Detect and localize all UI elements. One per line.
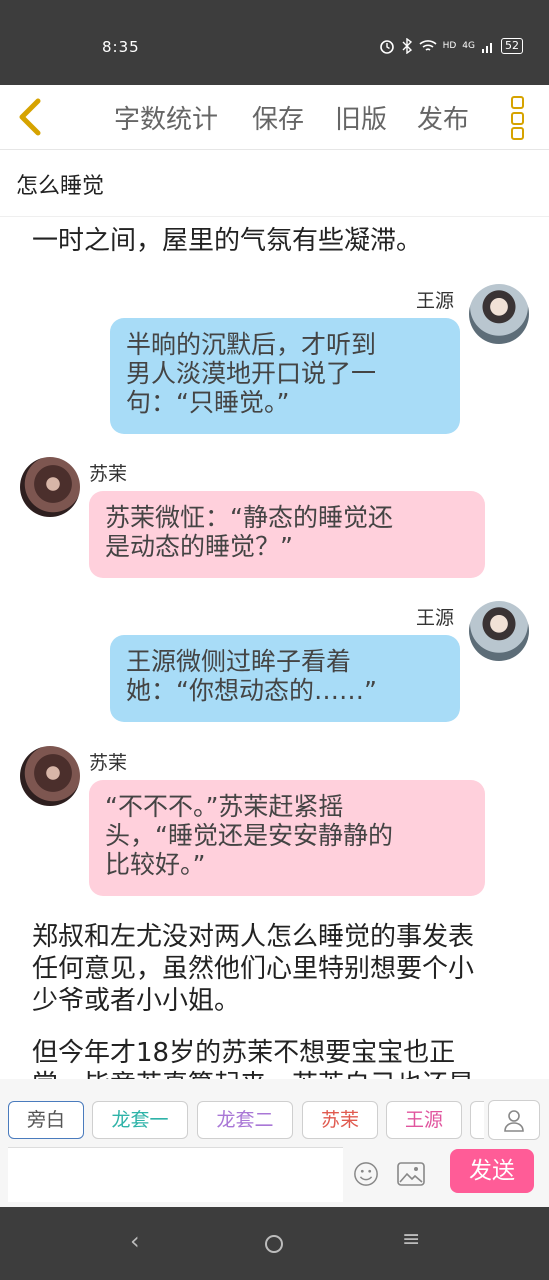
message-line: 王源微侧过眸子看着 — [126, 647, 352, 676]
role-chip-narrator[interactable]: 旁白 — [8, 1101, 84, 1139]
message-bubble[interactable]: “不不不。”苏茉赶紧摇 头，“睡觉还是安安静静的 比较好。” — [89, 780, 485, 896]
message-bubble[interactable]: 半晌的沉默后，才听到 男人淡漠地开口说了一 句：“只睡觉。” — [110, 318, 460, 434]
title-bar: 怎么睡觉 — [0, 150, 549, 217]
message-line: 比较好。” — [105, 850, 206, 879]
role-chip-partial[interactable] — [470, 1101, 484, 1139]
user-icon — [504, 1110, 524, 1132]
narration-line: 但今年才18岁的苏茉不想要宝宝也正 — [32, 1038, 456, 1068]
message-line: “不不不。”苏茉赶紧摇 — [105, 792, 344, 821]
avatar[interactable] — [469, 284, 529, 344]
user-button[interactable] — [488, 1100, 540, 1140]
battery-icon: 52 — [501, 38, 523, 54]
narration-line: 常，毕竟若真算起来，苏茉自己也还是 — [32, 1069, 522, 1079]
more-menu-icon[interactable] — [511, 96, 527, 140]
role-chip-extra2[interactable]: 龙套二 — [197, 1101, 293, 1139]
speaker-name: 苏茉 — [89, 463, 128, 485]
image-icon[interactable] — [397, 1161, 425, 1187]
role-chip-role-b[interactable]: 王源 — [386, 1101, 462, 1139]
alarm-icon — [379, 40, 394, 54]
status-time: 8:35 — [102, 38, 140, 56]
input-bar: 发送 — [0, 1147, 549, 1207]
back-arrow-icon[interactable] — [14, 97, 44, 137]
nav-back-icon[interactable]: ‹ — [130, 1227, 140, 1255]
message-line: 她：“你想动态的……” — [126, 676, 377, 705]
emoji-icon[interactable] — [352, 1161, 380, 1187]
system-nav-bar: ‹ ≡ — [0, 1207, 549, 1280]
role-selector-bar: 旁白 龙套一 龙套二 苏茉 王源 — [0, 1079, 549, 1147]
message-line: 苏茉微怔：“静态的睡觉还 — [105, 503, 393, 532]
role-chip-extra1[interactable]: 龙套一 — [92, 1101, 188, 1139]
nav-home-icon[interactable] — [264, 1234, 284, 1254]
chat-content[interactable]: 一时之间，屋里的气氛有些凝滞。 王源 半晌的沉默后，才听到 男人淡漠地开口说了一… — [0, 217, 549, 1079]
avatar[interactable] — [20, 746, 80, 806]
narration-line: 任何意见，虽然他们心里特别想要个小 — [32, 954, 475, 984]
bluetooth-icon — [402, 38, 412, 54]
message-line: 男人淡漠地开口说了一 — [126, 359, 377, 388]
avatar[interactable] — [469, 601, 529, 661]
message-line: 半晌的沉默后，才听到 — [126, 330, 377, 359]
narration-line: 郑叔和左尤没对两人怎么睡觉的事发表 — [32, 922, 475, 952]
message-line: 是动态的睡觉？” — [105, 532, 293, 561]
nav-menu-icon[interactable]: ≡ — [402, 1227, 420, 1252]
message-input[interactable] — [8, 1147, 343, 1202]
speaker-name: 苏茉 — [89, 752, 128, 774]
message-bubble[interactable]: 王源微侧过眸子看着 她：“你想动态的……” — [110, 635, 460, 722]
speaker-name: 王源 — [416, 290, 455, 312]
editor-toolbar: 字数统计 保存 旧版 发布 — [0, 85, 549, 150]
narration-line: 少爷或者小小姐。 — [32, 986, 241, 1016]
network-label: 4G — [462, 41, 475, 51]
message-bubble[interactable]: 苏茉微怔：“静态的睡觉还 是动态的睡觉？” — [89, 491, 485, 578]
status-icons: HD 4G 52 — [379, 38, 523, 54]
message-line: 头，“睡觉还是安安静静的 — [105, 821, 393, 850]
send-button[interactable]: 发送 — [450, 1149, 534, 1193]
wifi-icon — [419, 40, 437, 51]
hd-label: HD — [442, 41, 457, 51]
avatar[interactable] — [20, 457, 80, 517]
message-line: 句：“只睡觉。” — [126, 388, 290, 417]
publish-button[interactable]: 发布 — [417, 99, 469, 136]
role-chip-role-a[interactable]: 苏茉 — [302, 1101, 378, 1139]
old-version-button[interactable]: 旧版 — [335, 99, 387, 136]
narration-paragraph: 郑叔和左尤没对两人怎么睡觉的事发表 任何意见，虽然他们心里特别想要个小 少爷或者… — [32, 921, 522, 1017]
speaker-name: 王源 — [416, 607, 455, 629]
page-title[interactable]: 怎么睡觉 — [16, 168, 104, 200]
narration-text: 一时之间，屋里的气氛有些凝滞。 — [32, 226, 423, 256]
narration-paragraph: 但今年才18岁的苏茉不想要宝宝也正 常，毕竟若真算起来，苏茉自己也还是 — [32, 1037, 522, 1079]
status-bar: 8:35 HD 4G 52 — [0, 0, 549, 85]
word-count-button[interactable]: 字数统计 — [114, 99, 218, 136]
save-button[interactable]: 保存 — [252, 99, 304, 136]
signal-icon — [482, 43, 492, 53]
